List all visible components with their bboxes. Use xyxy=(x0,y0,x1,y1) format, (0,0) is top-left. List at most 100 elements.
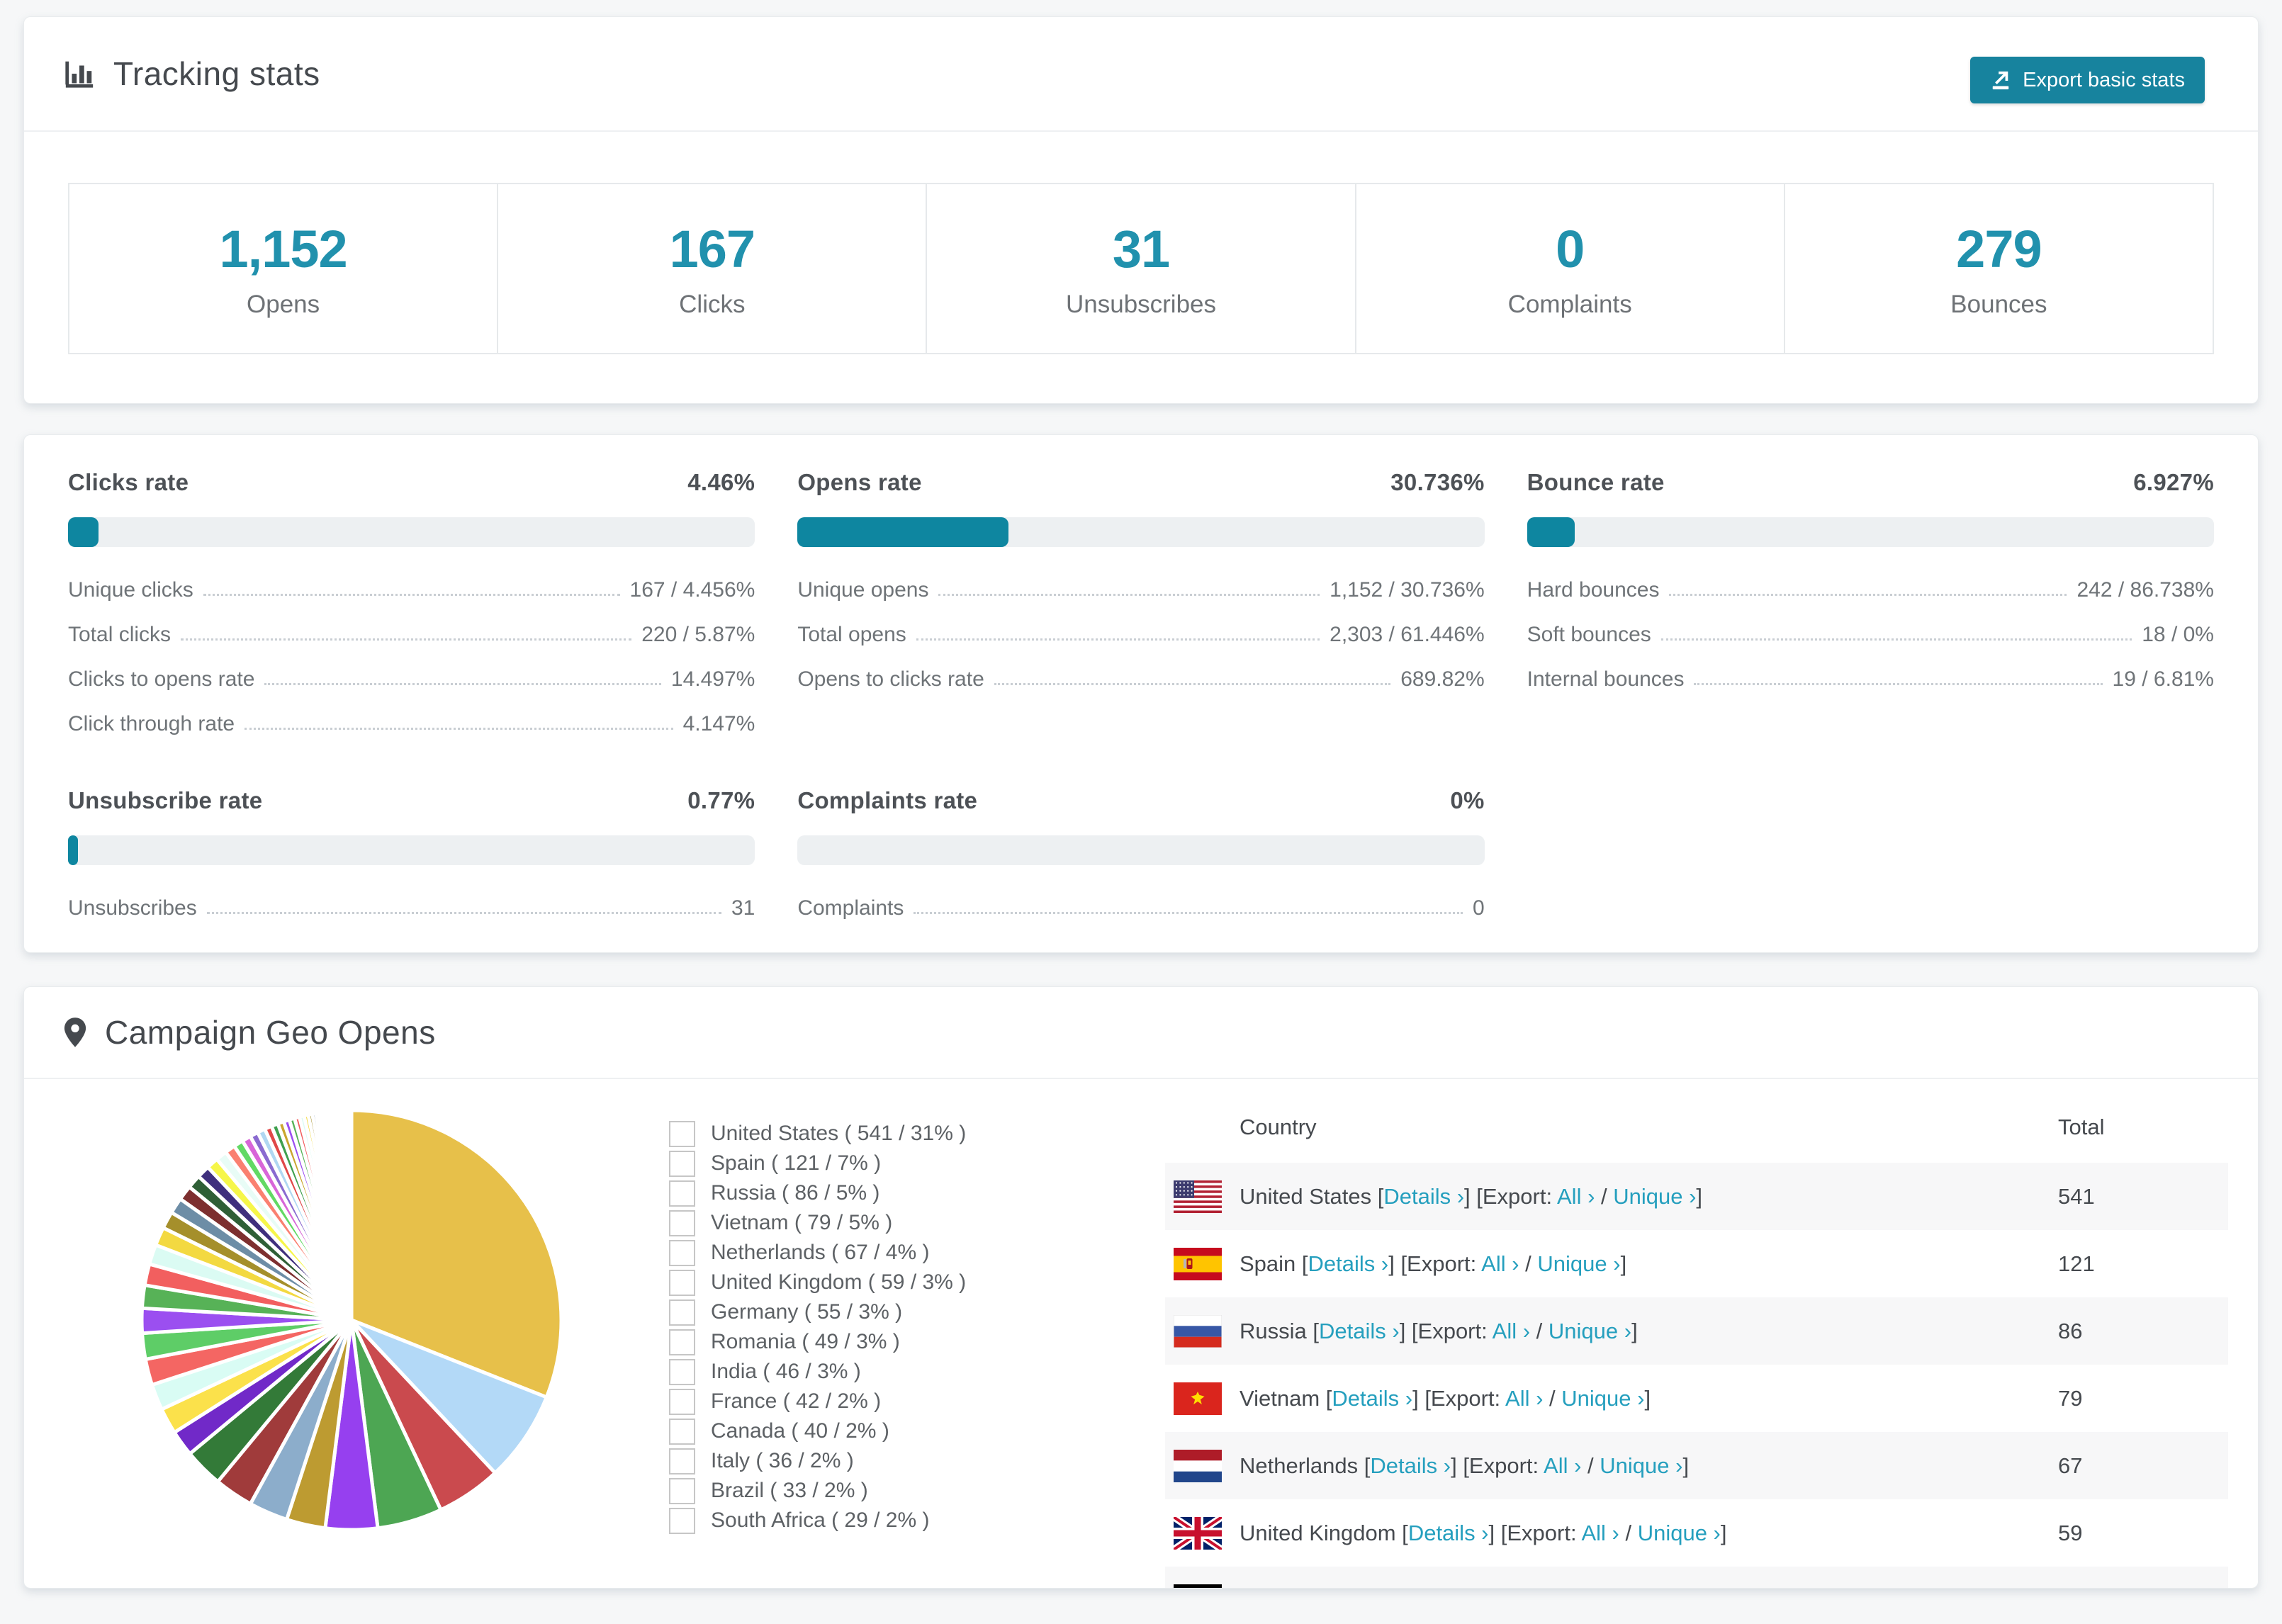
legend-swatch xyxy=(669,1507,695,1534)
stat-label: Opens xyxy=(247,290,320,318)
united-kingdom-flag-icon xyxy=(1174,1516,1222,1550)
map-pin-icon xyxy=(63,1016,87,1049)
detail-value: 18 / 0% xyxy=(2142,623,2214,646)
rate-progress-fill xyxy=(1527,517,1575,547)
geo-table-header: Country Total xyxy=(1165,1092,2228,1163)
rate-detail-row: Click through rate 4.147% xyxy=(68,712,755,736)
legend-item-united-states: United States ( 541 / 31% ) xyxy=(669,1119,1165,1149)
stat-value: 279 xyxy=(1956,219,2042,278)
rates-grid: Clicks rate 4.46% Unique clicks 167 / 4.456… xyxy=(24,435,2258,920)
detail-value: 167 / 4.456% xyxy=(629,578,755,602)
legend-item-italy: Italy ( 36 / 2% ) xyxy=(669,1446,1165,1476)
tracking-stats-card: Tracking stats Export basic stats 1,152 O… xyxy=(23,16,2259,404)
export-unique-link[interactable]: Unique › xyxy=(1561,1386,1644,1411)
legend-label: United States ( 541 / 31% ) xyxy=(711,1122,967,1145)
stat-label: Bounces xyxy=(1950,290,2047,318)
legend-label: South Africa ( 29 / 2% ) xyxy=(711,1509,930,1532)
export-unique-link[interactable]: Unique › xyxy=(1548,1319,1631,1343)
details-link[interactable]: Details › xyxy=(1319,1319,1400,1343)
legend-swatch xyxy=(669,1239,695,1266)
stat-label: Complaints xyxy=(1507,290,1632,318)
stat-value: 1,152 xyxy=(219,219,348,278)
rate-detail-row: Complaints 0 xyxy=(797,896,1484,920)
legend-swatch xyxy=(669,1477,695,1504)
stat-box-clicks: 167 Clicks xyxy=(497,183,928,354)
vietnam-flag-icon xyxy=(1174,1382,1222,1415)
rate-progress-track xyxy=(68,517,755,547)
export-all-link[interactable]: All › xyxy=(1481,1251,1519,1276)
legend-item-united-kingdom: United Kingdom ( 59 / 3% ) xyxy=(669,1268,1165,1297)
legend-label: Spain ( 121 / 7% ) xyxy=(711,1151,882,1175)
rate-value: 4.46% xyxy=(687,469,755,495)
geo-table-row-russia: Russia [Details ›] [Export: All › / Uniq… xyxy=(1165,1297,2228,1365)
export-all-link[interactable]: All › xyxy=(1544,1453,1581,1478)
export-unique-link[interactable]: Unique › xyxy=(1600,1453,1682,1478)
export-basic-stats-button[interactable]: Export basic stats xyxy=(1970,57,2205,103)
detail-value: 4.147% xyxy=(682,712,755,735)
legend-item-romania: Romania ( 49 / 3% ) xyxy=(669,1327,1165,1357)
detail-label: Unique clicks xyxy=(68,578,193,602)
export-all-link[interactable]: All › xyxy=(1557,1184,1595,1209)
details-link[interactable]: Details › xyxy=(1370,1453,1451,1478)
export-unique-link[interactable]: Unique › xyxy=(1572,1588,1655,1589)
export-unique-link[interactable]: Unique › xyxy=(1537,1251,1620,1276)
export-all-link[interactable]: All › xyxy=(1505,1386,1543,1411)
legend-label: Netherlands ( 67 / 4% ) xyxy=(711,1241,930,1264)
detail-label: Hard bounces xyxy=(1527,578,1660,602)
rate-progress-track xyxy=(1527,517,2214,547)
geo-title: Campaign Geo Opens xyxy=(105,1014,436,1051)
legend-swatch xyxy=(669,1418,695,1445)
legend-swatch xyxy=(669,1269,695,1296)
detail-value: 14.497% xyxy=(670,667,755,691)
export-all-link[interactable]: All › xyxy=(1493,1319,1530,1343)
legend-item-germany: Germany ( 55 / 3% ) xyxy=(669,1297,1165,1327)
detail-label: Unsubscribes xyxy=(68,896,197,920)
export-unique-link[interactable]: Unique › xyxy=(1638,1521,1721,1545)
export-all-link[interactable]: All › xyxy=(1581,1521,1619,1545)
stat-value: 31 xyxy=(1112,219,1170,278)
country-cell: United Kingdom [Details ›] [Export: All … xyxy=(1240,1520,1727,1545)
details-link[interactable]: Details › xyxy=(1408,1521,1489,1545)
total-cell: 59 xyxy=(2058,1520,2083,1545)
details-link[interactable]: Details › xyxy=(1342,1588,1423,1589)
legend-swatch xyxy=(669,1388,695,1415)
germany-flag-icon xyxy=(1174,1584,1222,1588)
geo-table: Country Total United States [Details ›] … xyxy=(1165,1092,2228,1589)
stat-value: 0 xyxy=(1556,219,1585,278)
export-all-link[interactable]: All › xyxy=(1515,1588,1553,1589)
export-unique-link[interactable]: Unique › xyxy=(1613,1184,1696,1209)
stat-value: 167 xyxy=(669,219,755,278)
total-cell: 541 xyxy=(2058,1183,2095,1209)
geo-table-row-united-states: United States [Details ›] [Export: All ›… xyxy=(1165,1163,2228,1230)
pie-slice[interactable] xyxy=(348,1108,354,1322)
legend-item-india: India ( 46 / 3% ) xyxy=(669,1357,1165,1387)
legend-item-brazil: Brazil ( 33 / 2% ) xyxy=(669,1476,1165,1506)
country-cell: Vietnam [Details ›] [Export: All › / Uni… xyxy=(1240,1385,1651,1411)
detail-value: 0 xyxy=(1472,896,1485,920)
geo-legend: United States ( 541 / 31% ) Spain ( 121 /… xyxy=(669,1119,1165,1535)
detail-label: Soft bounces xyxy=(1527,623,1651,646)
geo-table-row-spain: Spain [Details ›] [Export: All › / Uniqu… xyxy=(1165,1230,2228,1297)
details-link[interactable]: Details › xyxy=(1332,1386,1412,1411)
details-link[interactable]: Details › xyxy=(1308,1251,1389,1276)
tracking-stats-header: Tracking stats Export basic stats xyxy=(24,17,2258,132)
rate-section-unsubscribe-rate: Unsubscribe rate 0.77% Unsubscribes 31 xyxy=(68,787,755,920)
spain-flag-icon xyxy=(1174,1247,1222,1280)
legend-label: Brazil ( 33 / 2% ) xyxy=(711,1479,868,1502)
bar-chart-icon xyxy=(63,57,96,90)
detail-label: Complaints xyxy=(797,896,904,920)
legend-swatch xyxy=(669,1448,695,1474)
legend-label: Germany ( 55 / 3% ) xyxy=(711,1300,903,1324)
geo-table-body: United States [Details ›] [Export: All ›… xyxy=(1165,1163,2228,1589)
legend-label: Italy ( 36 / 2% ) xyxy=(711,1449,854,1472)
legend-label: Vietnam ( 79 / 5% ) xyxy=(711,1211,893,1234)
rate-value: 6.927% xyxy=(2133,469,2214,495)
rate-progress-track xyxy=(68,835,755,865)
rate-detail-row: Unique opens 1,152 / 30.736% xyxy=(797,578,1484,602)
detail-label: Total clicks xyxy=(68,623,172,646)
rate-detail-row: Unique clicks 167 / 4.456% xyxy=(68,578,755,602)
legend-item-netherlands: Netherlands ( 67 / 4% ) xyxy=(669,1238,1165,1268)
details-link[interactable]: Details › xyxy=(1383,1184,1464,1209)
legend-swatch xyxy=(669,1150,695,1177)
stat-box-unsubscribes: 31 Unsubscribes xyxy=(926,183,1356,354)
